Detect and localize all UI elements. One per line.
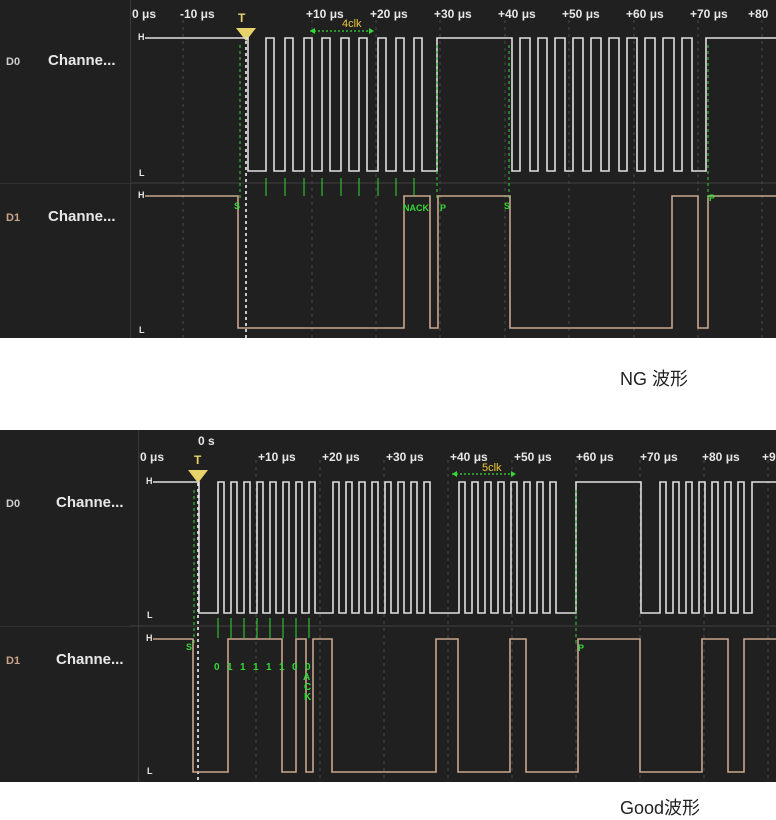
- good-time-tick: +70 μs: [640, 450, 678, 464]
- good-zero-label: 0 s: [198, 434, 215, 448]
- good-time-tick: +80 μs: [702, 450, 740, 464]
- ng-time-tick: +50 μs: [562, 7, 600, 21]
- bit-label: 1: [253, 662, 259, 673]
- good-trigger-icon[interactable]: [188, 470, 208, 483]
- ng-d0-high-label: H: [138, 32, 145, 42]
- ng-time-tick: +10 μs: [306, 7, 344, 21]
- good-sidebar-divider: [138, 430, 139, 782]
- ng-time-tick: +30 μs: [434, 7, 472, 21]
- good-caption: Good波形: [620, 798, 701, 818]
- bit-label: 0: [214, 662, 220, 673]
- good-time-tick: +60 μs: [576, 450, 614, 464]
- ng-d0-low-label: L: [139, 168, 145, 178]
- good-clk-label: 5clk: [482, 462, 502, 474]
- ng-time-tick: +20 μs: [370, 7, 408, 21]
- ng-time-tick: +80: [748, 7, 769, 21]
- good-time-tick: +20 μs: [322, 450, 360, 464]
- good-time-tick: 0 μs: [140, 450, 164, 464]
- good-d0-high-label: H: [146, 476, 153, 486]
- ng-sidebar-divider: [130, 0, 131, 338]
- good-d1-high-label: H: [146, 633, 153, 643]
- good-stop-marker: P: [578, 643, 584, 653]
- ng-time-tick: 0 μs: [132, 7, 156, 21]
- ng-d1-low-label: L: [139, 325, 145, 335]
- good-time-tick: +50 μs: [514, 450, 552, 464]
- ng-waveform-panel: 0 μs -10 μs +10 μs +20 μs +30 μs +40 μs …: [0, 0, 776, 338]
- ng-time-tick: +60 μs: [626, 7, 664, 21]
- good-time-axis: 0 μs +10 μs +20 μs +30 μs +40 μs +50 μs …: [140, 450, 776, 464]
- ng-d1-id: D1: [6, 212, 21, 224]
- ng-d1-high-label: H: [138, 190, 145, 200]
- good-waveform-panel: 0 μs +10 μs +20 μs +30 μs +40 μs +50 μs …: [0, 430, 776, 782]
- ng-d1-name: Channe...: [48, 208, 116, 225]
- ng-d0-id: D0: [6, 56, 21, 68]
- arrow-right-icon: [511, 471, 516, 477]
- ng-time-tick: -10 μs: [180, 7, 215, 21]
- good-d1-waveform: [153, 638, 776, 773]
- ng-d0-name: Channe...: [48, 52, 116, 69]
- ng-d1-waveform: [145, 195, 776, 329]
- arrow-right-icon: [369, 28, 374, 34]
- good-d1-low-label: L: [147, 766, 153, 776]
- good-d0-channel-header[interactable]: D0 Channe...: [0, 430, 130, 626]
- good-time-tick: +9: [762, 450, 776, 464]
- arrow-left-icon: [452, 471, 457, 477]
- good-d0-waveform: [153, 481, 776, 614]
- ng-stop-marker-2: P: [709, 193, 715, 203]
- bit-label: 1: [240, 662, 246, 673]
- ng-d0-channel-header[interactable]: D0 Channe...: [0, 0, 130, 183]
- ng-time-tick: +70 μs: [690, 7, 728, 21]
- good-time-tick: +30 μs: [386, 450, 424, 464]
- ack-label-k: K: [304, 692, 312, 703]
- ng-d1-channel-header[interactable]: D1 Channe...: [0, 184, 130, 338]
- ng-caption: NG 波形: [620, 369, 689, 389]
- ng-trigger-label: T: [238, 11, 246, 25]
- good-d1-id: D1: [6, 655, 21, 667]
- ng-time-axis: 0 μs -10 μs +10 μs +20 μs +30 μs +40 μs …: [132, 7, 769, 21]
- ng-clk-label: 4clk: [342, 18, 362, 30]
- good-time-tick: +10 μs: [258, 450, 296, 464]
- good-d1-name: Channe...: [56, 651, 124, 668]
- ng-start-marker: S: [234, 201, 240, 211]
- ng-nack-marker: NACK: [403, 203, 429, 213]
- ng-trigger-icon[interactable]: [236, 28, 256, 41]
- bit-label: 1: [227, 662, 233, 673]
- good-d0-low-label: L: [147, 610, 153, 620]
- ng-start-marker-2: S: [504, 201, 510, 211]
- bit-label: 0: [292, 662, 298, 673]
- good-d1-channel-header[interactable]: D1 Channe...: [0, 627, 130, 782]
- ng-time-tick: +40 μs: [498, 7, 536, 21]
- good-d0-name: Channe...: [56, 494, 124, 511]
- good-d0-id: D0: [6, 498, 21, 510]
- ng-stop-marker: P: [440, 203, 446, 213]
- good-trigger-label: T: [194, 453, 202, 467]
- bit-label: 1: [279, 662, 285, 673]
- good-start-marker: S: [186, 642, 192, 652]
- bit-label: 1: [266, 662, 272, 673]
